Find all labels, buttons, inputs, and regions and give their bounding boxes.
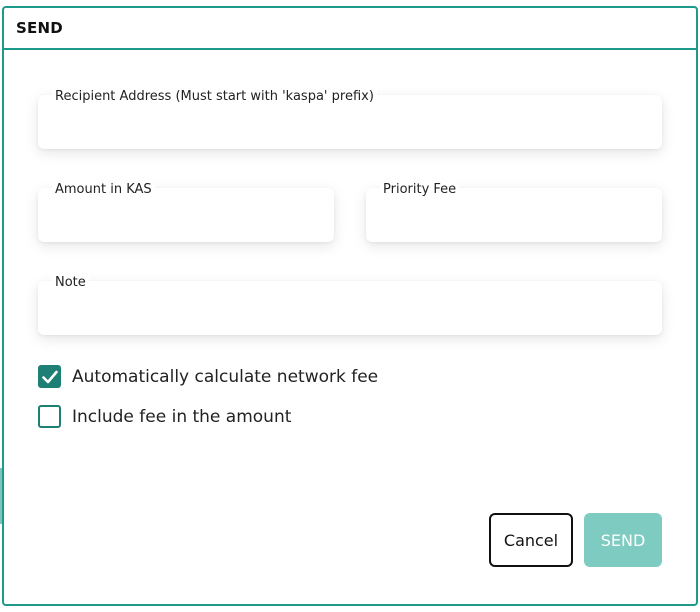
note-input[interactable] <box>38 281 662 335</box>
priority-fee-field[interactable]: Priority Fee <box>366 182 662 242</box>
note-label: Note <box>52 275 89 291</box>
auto-fee-checkbox[interactable] <box>38 365 61 388</box>
amount-label: Amount in KAS <box>52 182 155 198</box>
dialog-title: SEND <box>16 19 63 37</box>
cancel-button[interactable]: Cancel <box>489 513 573 567</box>
recipient-address-label: Recipient Address (Must start with 'kasp… <box>52 89 377 105</box>
auto-fee-option[interactable]: Automatically calculate network fee <box>38 365 378 388</box>
priority-fee-label: Priority Fee <box>380 182 460 198</box>
send-button[interactable]: SEND <box>584 513 662 567</box>
recipient-address-field[interactable]: Recipient Address (Must start with 'kasp… <box>38 89 662 149</box>
check-icon <box>41 370 58 383</box>
dialog-header: SEND <box>4 8 696 50</box>
include-fee-checkbox[interactable] <box>38 405 61 428</box>
auto-fee-label: Automatically calculate network fee <box>72 366 379 387</box>
include-fee-label: Include fee in the amount <box>72 406 292 427</box>
include-fee-option[interactable]: Include fee in the amount <box>38 405 291 428</box>
amount-field[interactable]: Amount in KAS <box>38 182 334 242</box>
note-field[interactable]: Note <box>38 275 662 335</box>
